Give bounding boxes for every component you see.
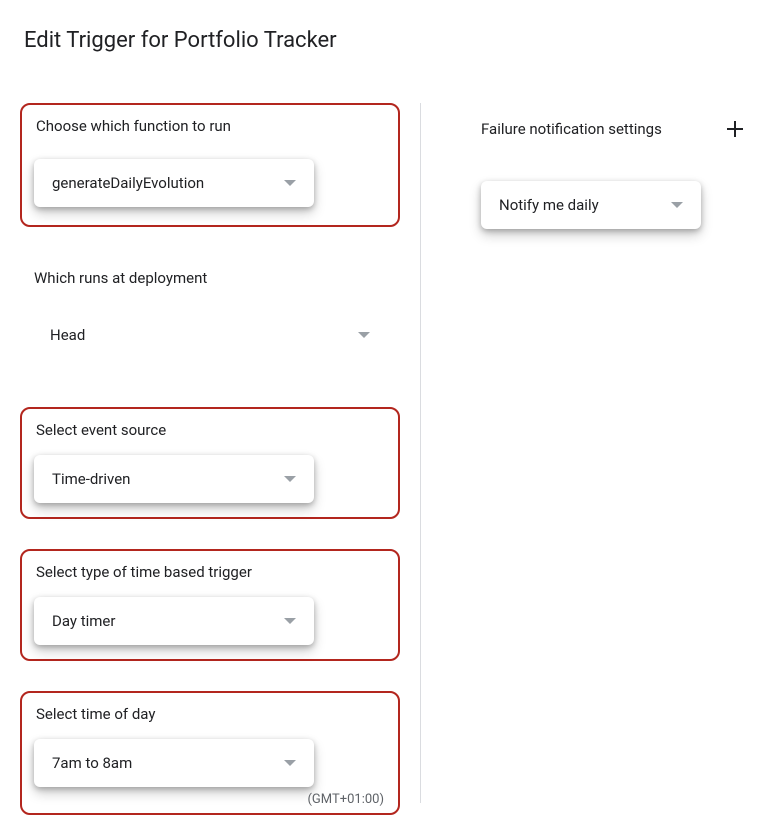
field-trigger-type: Select type of time based trigger Day ti… [20,549,400,661]
select-trigger-type-value: Day timer [52,612,284,630]
select-notify[interactable]: Notify me daily [481,181,701,229]
select-trigger-type[interactable]: Day timer [34,597,314,645]
select-time-of-day-value: 7am to 8am [52,754,284,772]
field-event-source: Select event source Time-driven [20,407,400,519]
form-columns: Choose which function to run generateDai… [0,103,777,803]
left-column: Choose which function to run generateDai… [20,103,420,803]
select-event-source[interactable]: Time-driven [34,455,314,503]
label-deployment: Which runs at deployment [32,269,388,287]
field-time-of-day: Select time of day 7am to 8am (GMT+01:00… [20,691,400,815]
label-failure-notification: Failure notification settings [481,120,662,138]
chevron-down-icon [284,476,296,482]
select-time-of-day[interactable]: 7am to 8am [34,739,314,787]
select-function-value: generateDailyEvolution [52,174,284,192]
chevron-down-icon [671,202,683,208]
plus-icon [725,119,745,139]
label-function: Choose which function to run [34,117,386,135]
chevron-down-icon [284,618,296,624]
failure-notification-header: Failure notification settings [481,117,747,141]
select-event-source-value: Time-driven [52,470,284,488]
field-function: Choose which function to run generateDai… [20,103,400,227]
chevron-down-icon [284,760,296,766]
select-deployment[interactable]: Head [32,311,388,359]
field-deployment: Which runs at deployment Head [20,257,400,377]
select-function[interactable]: generateDailyEvolution [34,159,314,207]
select-deployment-value: Head [50,326,358,344]
label-time-of-day: Select time of day [34,705,386,723]
chevron-down-icon [358,332,370,338]
label-trigger-type: Select type of time based trigger [34,563,386,581]
page-title: Edit Trigger for Portfolio Tracker [0,0,777,53]
label-event-source: Select event source [34,421,386,439]
right-column: Failure notification settings Notify me … [421,103,757,803]
chevron-down-icon [284,180,296,186]
add-notification-button[interactable] [723,117,747,141]
select-notify-value: Notify me daily [499,196,671,214]
